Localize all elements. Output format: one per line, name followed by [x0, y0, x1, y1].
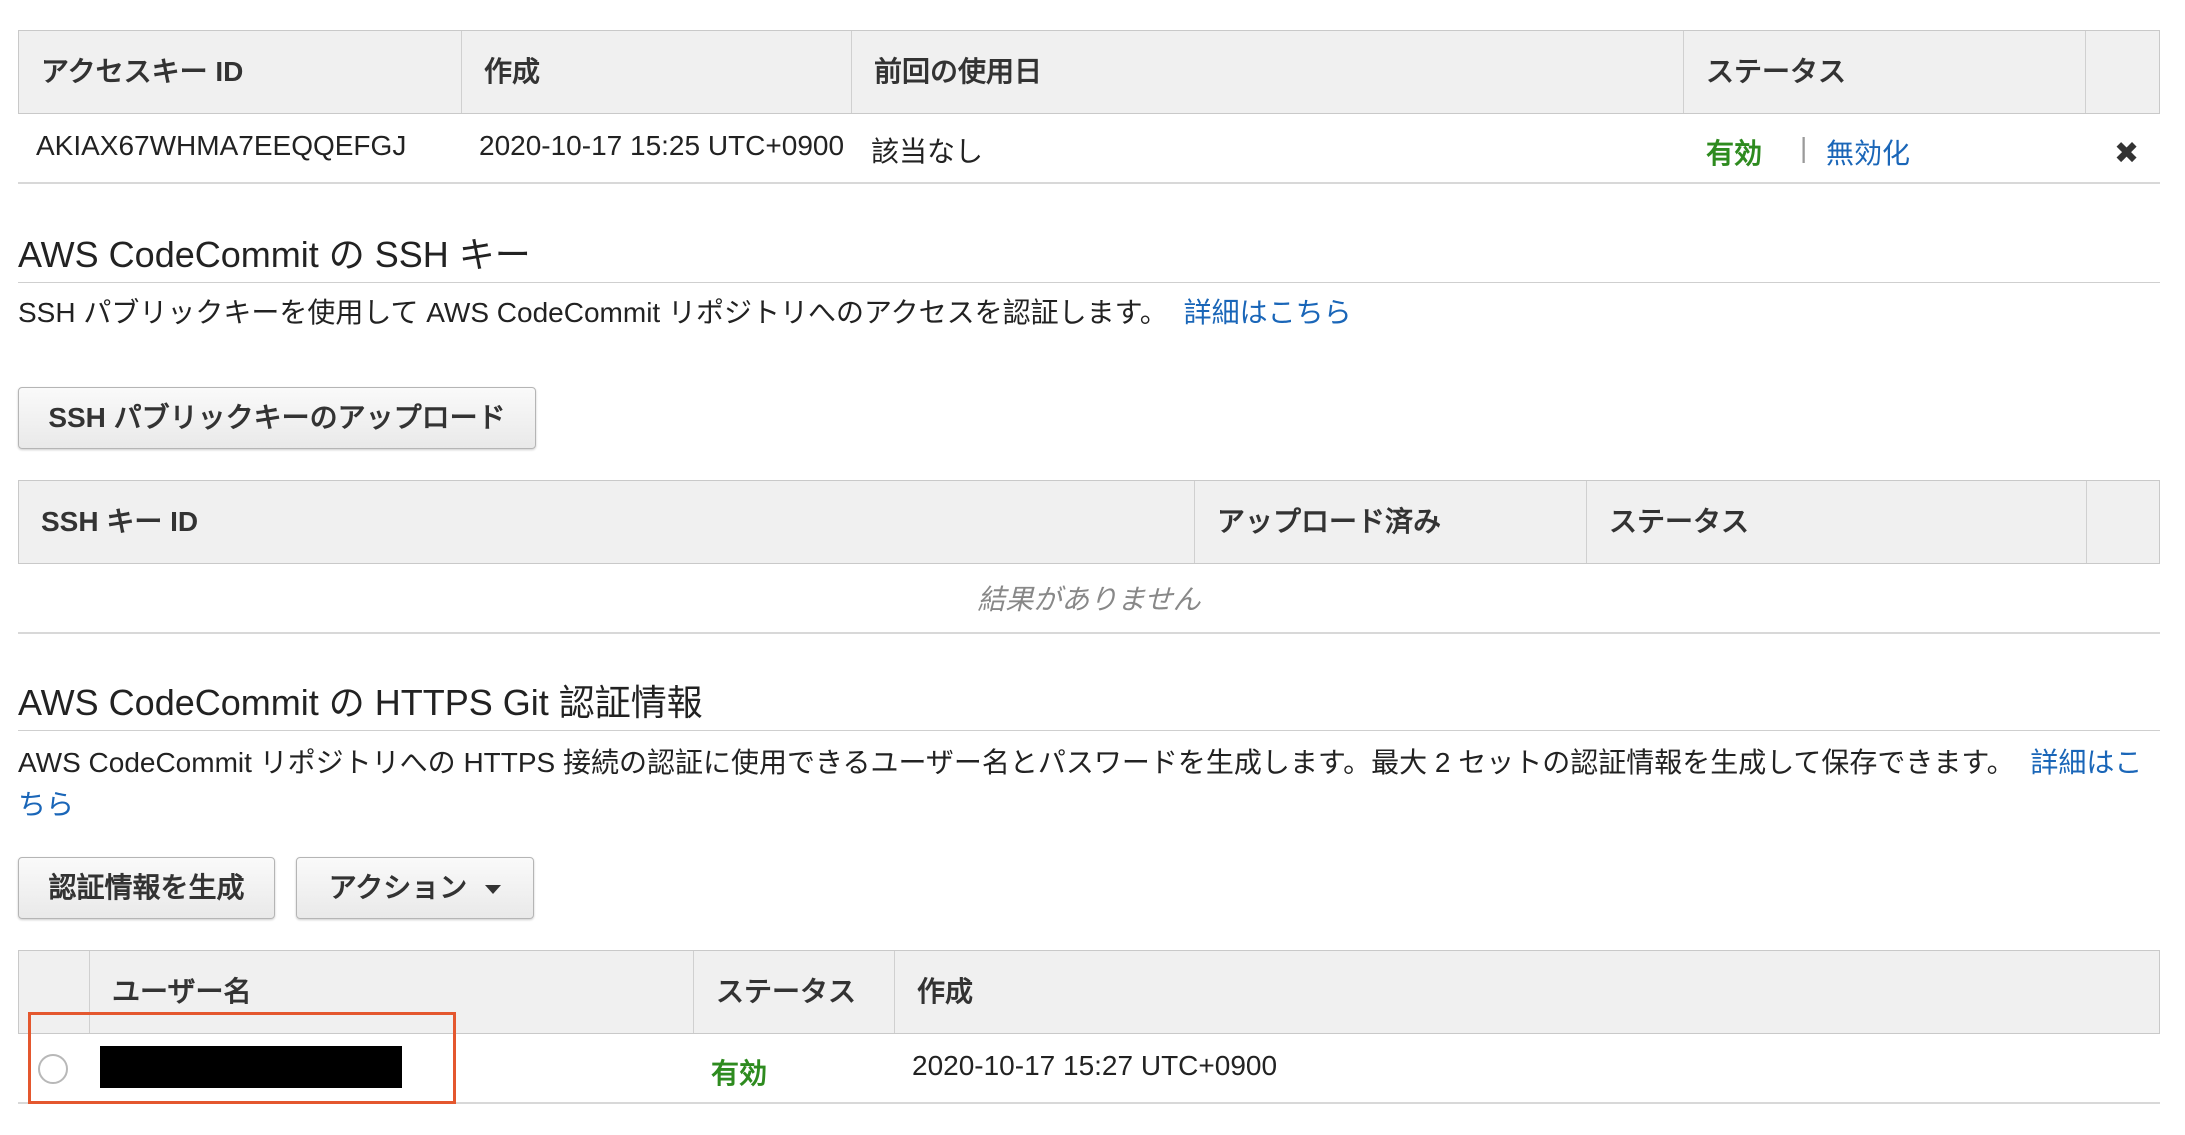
ssh-learn-more-link[interactable]: 詳細はこちら — [1184, 297, 1352, 328]
chevron-down-icon — [485, 885, 502, 895]
access-keys-header: アクセスキー ID 作成 前回の使用日 ステータス — [18, 30, 2160, 114]
actions-button-label: アクション — [328, 872, 468, 903]
close-icon[interactable]: ✖ — [2114, 136, 2139, 171]
generate-credentials-button[interactable]: 認証情報を生成 — [18, 857, 275, 919]
credential-created: 2020-10-17 15:27 UTC+0900 — [912, 1050, 1278, 1081]
access-key-last-used: 該当なし — [871, 136, 984, 167]
https-description: AWS CodeCommit リポジトリへの HTTPS 接続の認証に使用できる… — [18, 742, 2158, 826]
ssh-section-title: AWS CodeCommit の SSH キー — [18, 234, 531, 275]
deactivate-link[interactable]: 無効化 — [1826, 132, 1910, 172]
col-access-key-id[interactable]: アクセスキー ID — [19, 31, 462, 113]
col-https-created[interactable]: 作成 — [895, 951, 2159, 1033]
status-separator: | — [1800, 132, 1808, 163]
https-description-text: AWS CodeCommit リポジトリへの HTTPS 接続の認証に使用できる… — [18, 747, 2015, 778]
https-section-divider — [18, 730, 2160, 731]
status-badge: 有効 — [1706, 138, 1763, 169]
access-key-id: AKIAX67WHMA7EEQQEFGJ — [36, 130, 407, 161]
col-https-status[interactable]: ステータス — [694, 951, 895, 1033]
ssh-empty-row: 結果がありません — [18, 564, 2160, 634]
ssh-section-divider — [18, 282, 2160, 283]
table-row: AKIAX67WHMA7EEQQEFGJ 2020-10-17 15:25 UT… — [18, 114, 2160, 184]
ssh-keys-table: SSH キー ID アップロード済み ステータス 結果がありません — [18, 480, 2160, 634]
ssh-description-text: SSH パブリックキーを使用して AWS CodeCommit リポジトリへのア… — [18, 297, 1168, 328]
col-uploaded[interactable]: アップロード済み — [1195, 481, 1587, 563]
status-badge: 有効 — [711, 1058, 768, 1089]
access-key-created: 2020-10-17 15:25 UTC+0900 — [479, 130, 845, 161]
col-status[interactable]: ステータス — [1684, 31, 2086, 113]
col-ssh-key-id[interactable]: SSH キー ID — [19, 481, 1195, 563]
ssh-keys-header: SSH キー ID アップロード済み ステータス — [18, 480, 2160, 564]
col-ssh-status[interactable]: ステータス — [1587, 481, 2087, 563]
https-section-title: AWS CodeCommit の HTTPS Git 認証情報 — [18, 682, 703, 723]
actions-dropdown-button[interactable]: アクション — [296, 857, 534, 919]
highlight-box — [28, 1012, 456, 1104]
col-created[interactable]: 作成 — [462, 31, 852, 113]
upload-ssh-key-button[interactable]: SSH パブリックキーのアップロード — [18, 387, 536, 449]
ssh-description: SSH パブリックキーを使用して AWS CodeCommit リポジトリへのア… — [18, 292, 2160, 334]
access-keys-table: アクセスキー ID 作成 前回の使用日 ステータス AKIAX67WHMA7EE… — [18, 30, 2160, 184]
col-last-used[interactable]: 前回の使用日 — [852, 31, 1684, 113]
no-results-text: 結果がありません — [977, 584, 1201, 615]
